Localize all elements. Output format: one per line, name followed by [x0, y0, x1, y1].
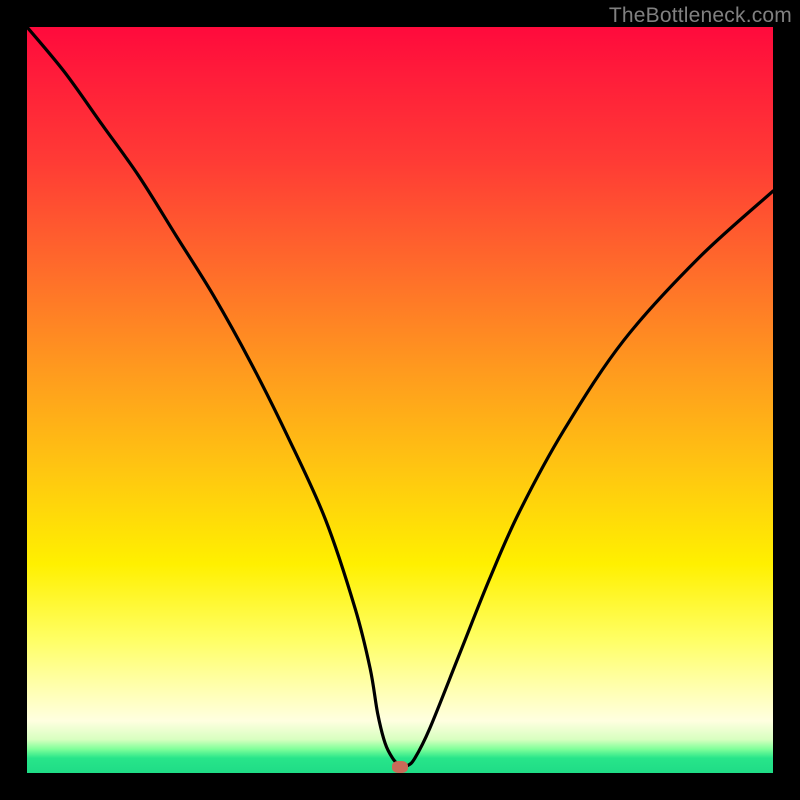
watermark-text: TheBottleneck.com	[609, 4, 792, 28]
bottleneck-curve	[27, 27, 773, 773]
minimum-marker	[392, 761, 408, 773]
chart-frame: TheBottleneck.com	[0, 0, 800, 800]
plot-area	[27, 27, 773, 773]
